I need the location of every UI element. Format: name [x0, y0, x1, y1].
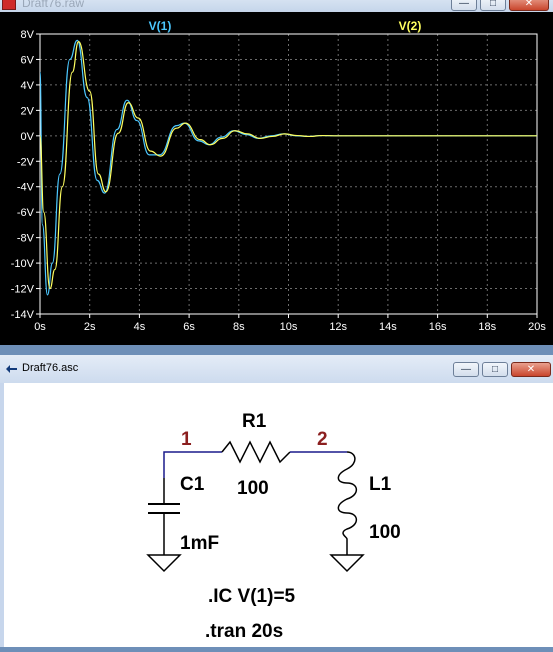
close-button[interactable]: ✕	[509, 0, 549, 11]
schematic-icon	[6, 365, 17, 373]
node-label-1: 1	[181, 429, 192, 450]
y-tick-label: -4V	[17, 182, 35, 194]
ground-icon[interactable]	[146, 554, 182, 573]
resistor-name: R1	[242, 411, 267, 432]
schematic-drawing[interactable]: 1 2 R1 100 C1 1mF L1 100 .IC V(1)=5 .tra…	[4, 383, 553, 647]
window-controls: — □ ✕	[451, 0, 549, 11]
waveform-titlebar[interactable]: Draft76.raw — □ ✕	[0, 0, 553, 12]
x-tick-label: 16s	[429, 321, 447, 333]
waveform-chart[interactable]: 0s 2s 4s 6s 8s 10s 12s 14s 16s 18s 20s 8V 6V 4V 2V 0V -2…	[0, 12, 553, 345]
waveform-window: Draft76.raw — □ ✕ 0s 2s 4s 6s 8s 10s 12s 14s 16s…	[0, 0, 553, 345]
x-tick-label: 8s	[233, 321, 245, 333]
x-tick-label: 10s	[280, 321, 298, 333]
x-tick-label: 2s	[84, 321, 96, 333]
y-tick-label: -8V	[17, 233, 35, 245]
y-tick-label: -12V	[11, 284, 35, 296]
app-icon	[2, 0, 16, 10]
trace-label[interactable]: V(2)	[399, 19, 422, 33]
tran-directive[interactable]: .tran 20s	[205, 621, 283, 642]
capacitor-name: C1	[180, 474, 205, 495]
x-tick-label: 4s	[134, 321, 146, 333]
y-tick-label: -6V	[17, 207, 35, 219]
schematic-window: Draft76.asc — □ ✕ 1 2 R1 100 C1 1mF L1 1…	[0, 355, 553, 647]
y-tick-label: -10V	[11, 258, 35, 270]
resistor-value: 100	[237, 478, 269, 499]
x-tick-label: 18s	[478, 321, 496, 333]
x-tick-label: 0s	[34, 321, 46, 333]
schematic-window-title: Draft76.asc	[22, 362, 79, 374]
node-label-2: 2	[317, 429, 328, 450]
schematic-maximize-button[interactable]: □	[482, 362, 508, 377]
inductor-name: L1	[369, 474, 392, 495]
ic-directive[interactable]: .IC V(1)=5	[208, 586, 296, 607]
x-tick-label: 20s	[528, 321, 546, 333]
schematic-close-button[interactable]: ✕	[511, 362, 551, 377]
y-tick-label: -2V	[17, 156, 35, 168]
maximize-button[interactable]: □	[480, 0, 506, 11]
schematic-minimize-button[interactable]: —	[453, 362, 479, 377]
y-tick-label: 8V	[21, 29, 35, 41]
inductor-l1[interactable]	[337, 451, 358, 540]
x-tick-label: 12s	[329, 321, 347, 333]
schematic-canvas[interactable]: 1 2 R1 100 C1 1mF L1 100 .IC V(1)=5 .tra…	[4, 383, 553, 647]
y-tick-label: 0V	[21, 131, 35, 143]
trace-v1[interactable]	[39, 39, 537, 296]
schematic-window-controls: — □ ✕	[453, 362, 551, 377]
inductor-value: 100	[369, 522, 401, 543]
schematic-titlebar[interactable]: Draft76.asc — □ ✕	[0, 355, 553, 383]
capacitor-value: 1mF	[180, 533, 219, 554]
x-tick-label: 14s	[379, 321, 397, 333]
y-tick-label: 2V	[21, 105, 35, 117]
ground-icon[interactable]	[329, 554, 365, 573]
x-tick-label: 6s	[183, 321, 195, 333]
y-tick-label: 4V	[21, 80, 35, 92]
resistor-r1[interactable]	[221, 440, 291, 464]
y-tick-label: -14V	[11, 309, 35, 321]
waveform-window-title: Draft76.raw	[22, 0, 85, 10]
minimize-button[interactable]: —	[451, 0, 477, 11]
waveform-plot[interactable]: 0s 2s 4s 6s 8s 10s 12s 14s 16s 18s 20s 8V 6V 4V 2V 0V -2…	[0, 12, 553, 345]
trace-label[interactable]: V(1)	[149, 19, 172, 33]
y-tick-label: 6V	[21, 54, 35, 66]
